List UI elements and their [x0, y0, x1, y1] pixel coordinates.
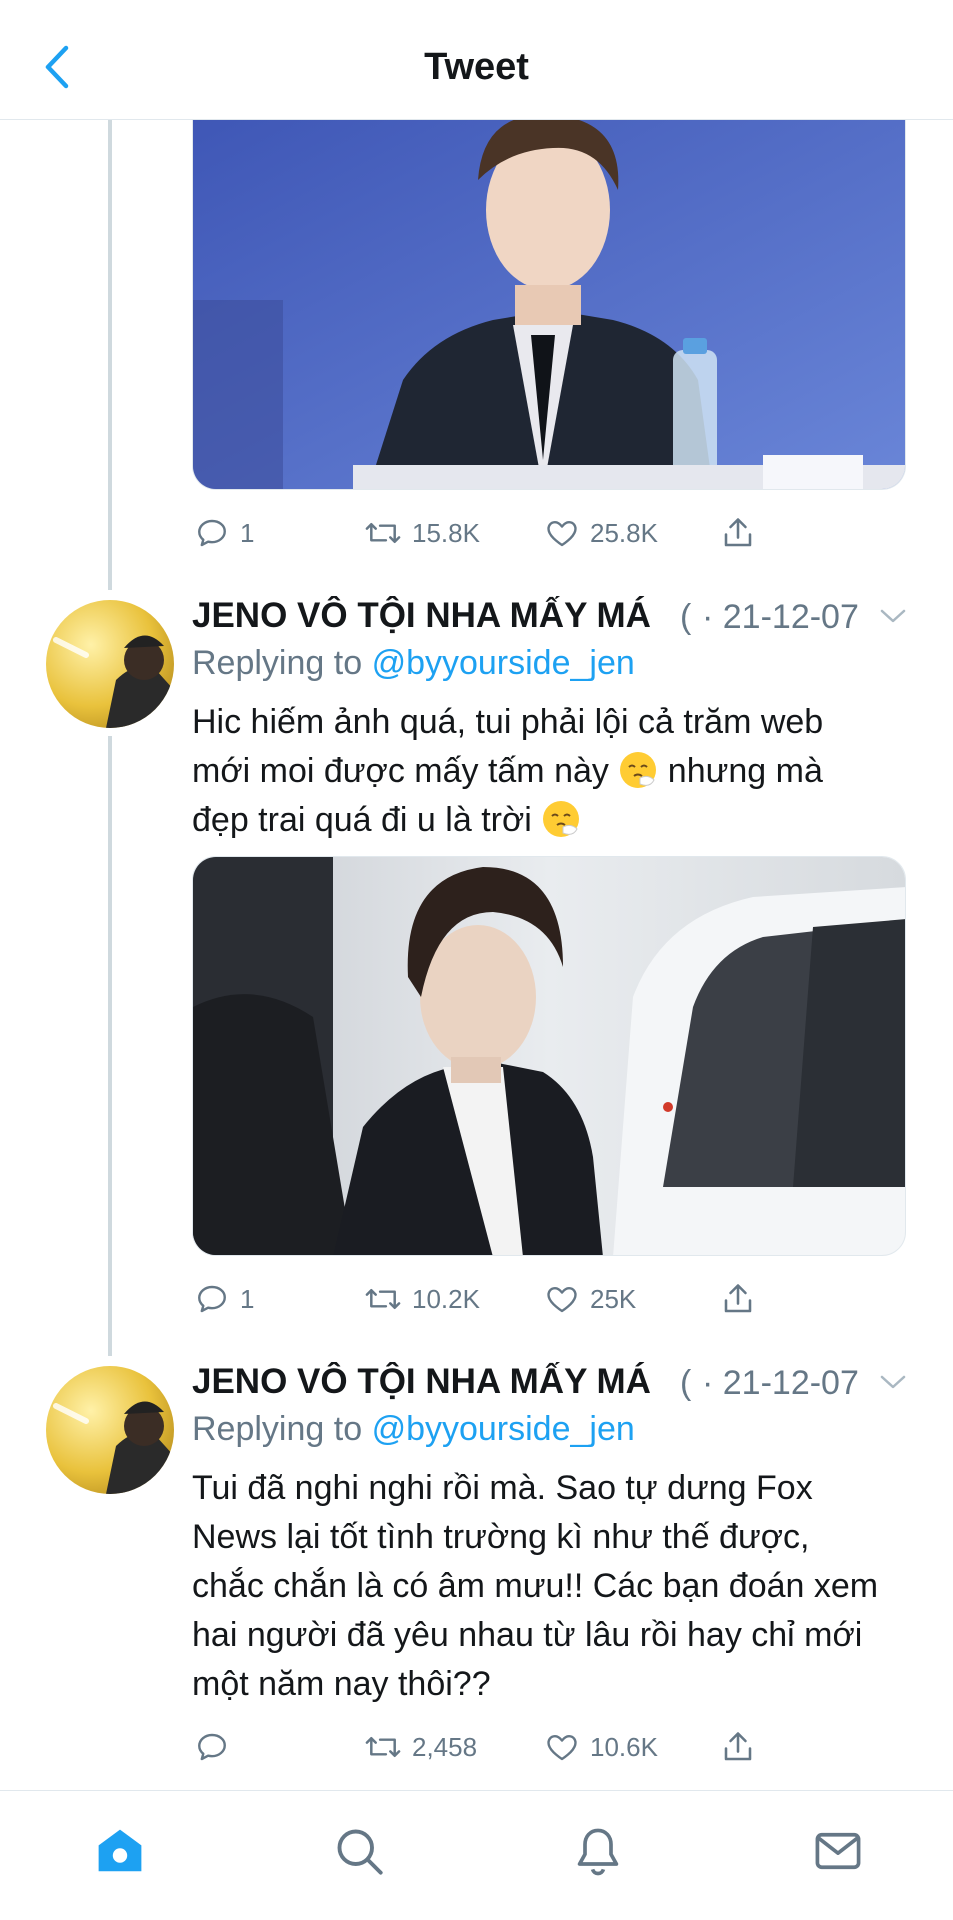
- share-icon: [724, 1732, 752, 1761]
- reply-button[interactable]: 1: [194, 510, 254, 556]
- retweet-count: 2,458: [412, 1731, 478, 1762]
- username[interactable]: (: [680, 1364, 704, 1403]
- sneezing-face-emoji-icon: [620, 752, 657, 788]
- notifications-icon: [577, 1828, 619, 1876]
- tweet-text-span: mới moi được mấy tấm này: [192, 752, 609, 790]
- search-icon: [337, 1829, 383, 1875]
- tweet-text: Tui đã nghi nghi rồi mà. Sao tự dưng Fox…: [192, 1469, 879, 1703]
- nav-notifications[interactable]: [568, 1821, 628, 1881]
- tweet-actions: 2,458 10.6K: [192, 1724, 792, 1770]
- share-icon: [724, 518, 752, 547]
- tweet-photo[interactable]: [192, 856, 906, 1256]
- replying-to-handle[interactable]: @byyourside_jen: [372, 1410, 635, 1448]
- nav-messages[interactable]: [808, 1821, 868, 1881]
- share-button[interactable]: [720, 510, 756, 556]
- heart-icon: [547, 1735, 577, 1761]
- like-button[interactable]: 10.6K: [544, 1724, 658, 1770]
- retweet-icon: [365, 1736, 401, 1758]
- bottom-nav: [0, 1790, 953, 1920]
- tweet-text-span: đẹp trai quá đi u là trời: [192, 801, 532, 839]
- share-icon: [724, 1284, 752, 1313]
- heart-icon: [547, 1287, 577, 1313]
- avatar-image: [46, 1366, 174, 1494]
- tweet-photo[interactable]: [192, 120, 906, 490]
- tweet-header: JENO VÔ TỘI NHA MẤY MÁ ( · 21-12-07: [192, 596, 912, 642]
- retweet-icon: [365, 1288, 401, 1310]
- like-button[interactable]: 25K: [544, 1276, 636, 1322]
- tweet-date: · 21-12-07: [702, 1364, 859, 1402]
- replying-to-label: Replying to: [192, 1410, 363, 1448]
- replying-to: Replying to @byyourside_jen: [192, 644, 635, 683]
- chevron-down-icon[interactable]: [878, 1372, 908, 1392]
- tweet-text-line: đẹp trai quá đi u là trời: [192, 796, 912, 845]
- tweet-text-span: nhưng mà: [667, 752, 823, 790]
- reply-icon: [198, 1733, 226, 1761]
- sneezing-face-emoji-icon: [543, 801, 580, 837]
- display-name[interactable]: JENO VÔ TỘI NHA MẤY MÁ: [192, 1362, 651, 1402]
- messages-icon: [815, 1832, 861, 1870]
- page-title: Tweet: [424, 46, 529, 88]
- replying-to: Replying to @byyourside_jen: [192, 1410, 635, 1449]
- nav-home[interactable]: [90, 1821, 150, 1881]
- thread-line: [108, 120, 112, 590]
- avatar[interactable]: [46, 1366, 174, 1494]
- reply-icon: [198, 519, 226, 547]
- tweet-text-line: Hic hiếm ảnh quá, tui phải lội cả trăm w…: [192, 703, 824, 741]
- reply-icon: [198, 1285, 226, 1313]
- reply-button[interactable]: 1: [194, 1276, 254, 1322]
- share-button[interactable]: [720, 1276, 756, 1322]
- thread-line: [108, 736, 112, 1356]
- home-icon: [98, 1829, 142, 1872]
- retweet-button[interactable]: 2,458: [364, 1724, 477, 1770]
- tweet-actions: 1 15.8K 25.8K: [192, 510, 792, 556]
- like-count: 10.6K: [590, 1731, 658, 1762]
- tweet-date: · 21-12-07: [702, 598, 859, 636]
- top-bar: Tweet: [0, 0, 953, 120]
- retweet-icon: [365, 522, 401, 544]
- retweet-button[interactable]: 15.8K: [364, 510, 480, 556]
- like-count: 25.8K: [590, 517, 658, 548]
- replying-to-label: Replying to: [192, 644, 363, 682]
- chevron-down-icon[interactable]: [878, 606, 908, 626]
- heart-icon: [547, 521, 577, 547]
- replying-to-handle[interactable]: @byyourside_jen: [372, 644, 635, 682]
- tweet-text: Hic hiếm ảnh quá, tui phải lội cả trăm w…: [192, 698, 912, 845]
- tweet-text-line: mới moi được mấy tấm này nhưng mà: [192, 747, 912, 796]
- avatar-image: [46, 600, 174, 728]
- like-count: 25K: [590, 1283, 637, 1314]
- photo-man-in-suit: [193, 120, 905, 489]
- photo-man-near-car: [193, 857, 905, 1255]
- avatar[interactable]: [46, 600, 174, 728]
- share-button[interactable]: [720, 1724, 756, 1770]
- retweet-button[interactable]: 10.2K: [364, 1276, 480, 1322]
- nav-search[interactable]: [329, 1821, 389, 1881]
- username[interactable]: (: [680, 598, 704, 637]
- tweet-actions: 1 10.2K 25K: [192, 1276, 792, 1322]
- retweet-count: 10.2K: [412, 1283, 480, 1314]
- reply-count: 1: [240, 517, 255, 548]
- retweet-count: 15.8K: [412, 517, 480, 548]
- reply-button[interactable]: [194, 1724, 240, 1770]
- display-name[interactable]: JENO VÔ TỘI NHA MẤY MÁ: [192, 596, 651, 636]
- reply-count: 1: [240, 1283, 255, 1314]
- tweet-header: JENO VÔ TỘI NHA MẤY MÁ ( · 21-12-07: [192, 1362, 912, 1408]
- like-button[interactable]: 25.8K: [544, 510, 658, 556]
